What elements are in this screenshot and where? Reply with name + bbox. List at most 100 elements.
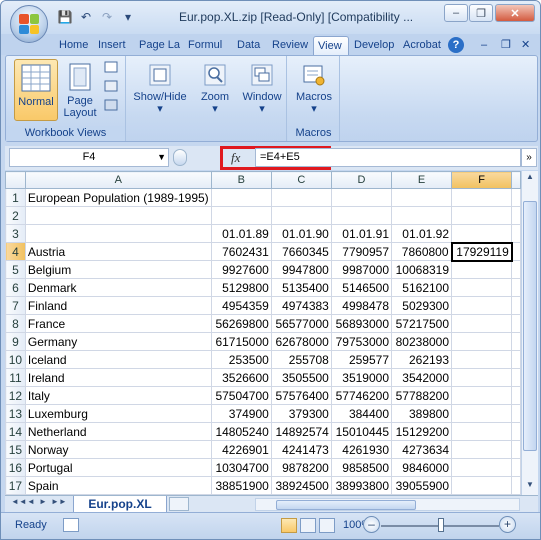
cell-b[interactable]: 3526600 <box>210 368 272 387</box>
sheet-prev-icon[interactable]: ◄ <box>27 497 35 506</box>
cell-b[interactable]: 61715000 <box>210 332 272 351</box>
cell-e[interactable]: 57788200 <box>390 386 453 405</box>
insert-function-icon[interactable]: fx <box>231 150 240 166</box>
customize-qat-icon[interactable]: ▾ <box>119 8 137 26</box>
cell-f[interactable] <box>451 350 513 369</box>
cell-b[interactable]: 10304700 <box>210 458 272 477</box>
cell-d[interactable]: 79753000 <box>330 332 393 351</box>
row-header[interactable]: 5 <box>5 260 26 279</box>
cell-b[interactable]: 56269800 <box>210 314 272 333</box>
row-header[interactable]: 2 <box>5 206 26 225</box>
cell-c[interactable]: 4241473 <box>270 440 332 459</box>
column-header[interactable]: A <box>24 171 212 189</box>
cell-f[interactable] <box>451 458 513 477</box>
cell-d[interactable] <box>330 206 393 225</box>
tab-formulas[interactable]: Formul <box>184 36 232 55</box>
cell-a[interactable]: France <box>24 314 212 333</box>
cell-f[interactable] <box>451 206 513 225</box>
restore-button[interactable]: ❐ <box>469 4 493 22</box>
row-header[interactable]: 1 <box>5 188 26 207</box>
normal-view-status-icon[interactable] <box>281 518 297 533</box>
ribbon-close-icon[interactable]: ✕ <box>517 36 531 55</box>
cell-g[interactable] <box>511 314 521 333</box>
cell-c[interactable]: 4974383 <box>270 296 332 315</box>
row-header[interactable]: 6 <box>5 278 26 297</box>
tab-page-layout[interactable]: Page La <box>135 36 183 55</box>
cell-c[interactable]: 379300 <box>270 404 332 423</box>
sheet-first-icon[interactable]: ◄◄ <box>11 497 27 506</box>
cell-a[interactable]: Belgium <box>24 260 212 279</box>
cell-e[interactable]: 262193 <box>390 350 453 369</box>
column-header[interactable]: D <box>330 171 393 189</box>
column-header[interactable]: E <box>390 171 453 189</box>
cell-b[interactable]: 14805240 <box>210 422 272 441</box>
cell-b[interactable]: 01.01.89 <box>210 224 272 243</box>
macros-button[interactable]: Macros ▾ <box>292 62 336 120</box>
tab-developer[interactable]: Develop <box>350 36 398 55</box>
full-screen-icon[interactable] <box>103 99 119 113</box>
cell-g[interactable] <box>511 260 521 279</box>
cell-g[interactable] <box>511 350 521 369</box>
cell-c[interactable]: 3505500 <box>270 368 332 387</box>
cell-b[interactable]: 253500 <box>210 350 272 369</box>
cell-g[interactable] <box>511 404 521 423</box>
cell-f[interactable] <box>451 368 513 387</box>
row-header[interactable]: 4 <box>5 242 26 261</box>
cell-e[interactable]: 80238000 <box>390 332 453 351</box>
ribbon-minimize-icon[interactable]: – <box>477 36 491 55</box>
cell-e[interactable] <box>390 206 453 225</box>
cell-f[interactable] <box>451 476 513 495</box>
cell-e[interactable]: 10068319 <box>390 260 453 279</box>
cell-e[interactable]: 3542000 <box>390 368 453 387</box>
undo-icon[interactable]: ↶ <box>77 8 95 26</box>
horizontal-scroll-thumb[interactable] <box>276 500 416 510</box>
cell-f[interactable] <box>451 332 513 351</box>
macro-record-icon[interactable] <box>63 518 79 532</box>
cell-c[interactable] <box>270 206 332 225</box>
cell-e[interactable] <box>390 188 453 207</box>
sheet-last-icon[interactable]: ►► <box>51 497 67 506</box>
row-header[interactable]: 12 <box>5 386 26 405</box>
cell-a[interactable]: Austria <box>24 242 212 261</box>
cell-b[interactable]: 9927600 <box>210 260 272 279</box>
cell-c[interactable]: 5135400 <box>270 278 332 297</box>
scroll-down-icon[interactable]: ▼ <box>522 480 538 494</box>
cell-g[interactable] <box>511 332 521 351</box>
row-header[interactable]: 16 <box>5 458 26 477</box>
cell-e[interactable]: 01.01.92 <box>390 224 453 243</box>
cell-a[interactable] <box>24 206 212 225</box>
cell-f[interactable] <box>451 296 513 315</box>
cell-a[interactable]: Denmark <box>24 278 212 297</box>
cell-a[interactable]: Portugal <box>24 458 212 477</box>
cell-g[interactable] <box>511 458 521 477</box>
cell-a[interactable]: European Population (1989-1995) <box>24 188 212 207</box>
vertical-scrollbar[interactable]: ▲ ▼ <box>521 171 538 495</box>
cell-a[interactable]: Netherland <box>24 422 212 441</box>
sheet-tab[interactable]: Eur.pop.XL <box>73 496 167 513</box>
cell-c[interactable]: 255708 <box>270 350 332 369</box>
cell-b[interactable]: 57504700 <box>210 386 272 405</box>
tab-acrobat[interactable]: Acrobat <box>399 36 445 55</box>
active-cell[interactable]: 17929119 <box>450 241 513 262</box>
cell-g[interactable] <box>511 206 521 225</box>
horizontal-scrollbar[interactable] <box>255 498 520 511</box>
redo-icon[interactable]: ↷ <box>98 8 116 26</box>
cell-a[interactable]: Spain <box>24 476 212 495</box>
cell-c[interactable]: 56577000 <box>270 314 332 333</box>
zoom-in-icon[interactable]: + <box>499 516 516 533</box>
column-header-selected[interactable]: F <box>451 171 513 189</box>
ribbon-restore-icon[interactable]: ❐ <box>497 36 511 55</box>
cell-f[interactable] <box>451 260 513 279</box>
cell-d[interactable]: 38993800 <box>330 476 393 495</box>
custom-views-icon[interactable] <box>103 80 119 94</box>
minimize-button[interactable]: – <box>444 4 468 22</box>
cell-d[interactable]: 01.01.91 <box>330 224 393 243</box>
cell-e[interactable]: 4273634 <box>390 440 453 459</box>
worksheet-grid[interactable]: A B C D E F 1 European Population (1989-1… <box>5 171 521 495</box>
cell-b[interactable]: 374900 <box>210 404 272 423</box>
cell-g[interactable] <box>511 368 521 387</box>
row-header[interactable]: 10 <box>5 350 26 369</box>
cell-g[interactable] <box>511 476 521 495</box>
cell-a[interactable]: Luxemburg <box>24 404 212 423</box>
row-header[interactable]: 7 <box>5 296 26 315</box>
